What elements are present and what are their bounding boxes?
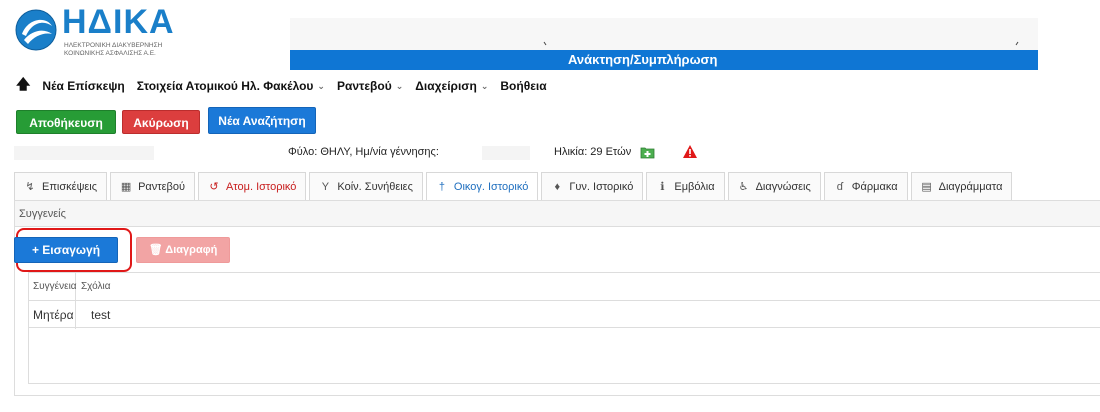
tab-label: Οικογ. Ιστορικό xyxy=(453,180,529,193)
female-icon: ♦ xyxy=(554,180,561,193)
logo-swirl-icon xyxy=(15,9,57,51)
tab-social-habits[interactable]: Y Κοίν. Συνήθειες xyxy=(309,172,423,200)
insert-button[interactable]: + Εισαγωγή xyxy=(14,237,118,263)
patient-gender-dob: Φύλο: ΘΗΛΥ, Ημ/νία γέννησης: xyxy=(288,146,439,158)
banner-decoration xyxy=(543,41,1019,46)
tab-label: Γυν. Ιστορικό xyxy=(569,180,634,193)
tab-label: Κοίν. Συνήθειες xyxy=(337,180,413,193)
banner-title: Ανάκτηση/Συμπλήρωση xyxy=(568,52,718,67)
table-header: Συγγένεια Σχόλια xyxy=(29,273,1100,301)
tab-medications[interactable]: ɗ Φάρμακα xyxy=(823,172,908,200)
patient-name-field xyxy=(14,146,154,160)
tab-family-history[interactable]: † Οικογ. Ιστορικό xyxy=(425,172,539,201)
header-band xyxy=(290,18,1038,50)
patient-dob-field xyxy=(482,146,530,160)
tab-diagnoses[interactable]: ♿ Διαγνώσεις xyxy=(727,172,821,200)
page-banner: Ανάκτηση/Συμπλήρωση xyxy=(290,50,1038,70)
calendar-icon: ▦ xyxy=(120,181,132,193)
cell-comments: test xyxy=(91,308,111,322)
tab-label: Ραντεβού xyxy=(138,180,185,193)
patient-age: Ηλικία: 29 Ετών xyxy=(554,146,632,158)
person-icon: † xyxy=(438,180,445,193)
record-tabs: ↯ Επισκέψεις ▦ Ραντεβού ↺ Ατομ. Ιστορικό… xyxy=(14,172,1013,201)
tab-label: Επισκέψεις xyxy=(42,180,98,193)
table-row[interactable]: Μητέρα test xyxy=(29,302,1100,328)
save-button[interactable]: Αποθήκευση xyxy=(16,110,116,134)
new-search-button[interactable]: Νέα Αναζήτηση xyxy=(208,107,316,134)
tab-gyn-history[interactable]: ♦ Γυν. Ιστορικό xyxy=(541,172,644,200)
logo-subtitle-line1: ΗΛΕΚΤΡΟΝΙΚΗ ΔΙΑΚΥΒΕΡΝΗΣΗ xyxy=(64,42,163,49)
chevron-down-icon: ⌄ xyxy=(395,80,404,91)
menu-item-ehr-details[interactable]: Στοιχεία Ατομικού Ηλ. Φακέλου ⌄ xyxy=(137,79,325,93)
logo-name: ΗΔΙΚΑ xyxy=(62,3,175,41)
chart-icon: ▤ xyxy=(921,181,932,193)
info-icon: ℹ xyxy=(660,181,665,193)
tab-label: Εμβόλια xyxy=(674,180,715,193)
menu-item-help[interactable]: Βοήθεια xyxy=(500,79,546,93)
main-menu: 🡅 Νέα Επίσκεψη Στοιχεία Ατομικού Ηλ. Φακ… xyxy=(16,76,547,96)
tab-label: Διαγράμματα xyxy=(938,180,1003,193)
pill-icon: ɗ xyxy=(836,180,843,193)
add-folder-icon[interactable] xyxy=(640,146,655,159)
logo-subtitle: ΗΛΕΚΤΡΟΝΙΚΗ ΔΙΑΚΥΒΕΡΝΗΣΗ ΚΟΙΝΩΝΙΚΗΣ ΑΣΦΑ… xyxy=(64,42,204,58)
cancel-button[interactable]: Ακύρωση xyxy=(122,110,200,134)
menu-item-management[interactable]: Διαχείριση ⌄ xyxy=(415,79,488,93)
logo-subtitle-line2: ΚΟΙΝΩΝΙΚΗΣ ΑΣΦΑΛΙΣΗΣ Α.Ε. xyxy=(64,50,156,57)
delete-button[interactable]: 🗑 Διαγραφή xyxy=(136,237,230,263)
tab-visits[interactable]: ↯ Επισκέψεις xyxy=(14,172,108,200)
tab-label: Ατομ. Ιστορικό xyxy=(225,180,297,193)
wheelchair-icon: ♿ xyxy=(738,181,749,193)
tab-personal-history[interactable]: ↺ Ατομ. Ιστορικό xyxy=(197,172,307,200)
tab-appointments[interactable]: ▦ Ραντεβού xyxy=(110,172,195,200)
menu-item-label: Νέα Επίσκεψη xyxy=(42,79,125,93)
menu-item-label: Ραντεβού xyxy=(336,79,392,93)
column-header-comments[interactable]: Σχόλια xyxy=(81,281,111,292)
panel-title: Συγγενείς xyxy=(15,201,1100,227)
history-icon: ↯ xyxy=(25,181,35,193)
menu-item-new-visit[interactable]: Νέα Επίσκεψη xyxy=(42,79,124,93)
tab-vaccines[interactable]: ℹ Εμβόλια xyxy=(646,172,725,200)
menu-item-label: Βοήθεια xyxy=(500,79,547,93)
warning-icon[interactable] xyxy=(682,144,698,159)
up-arrow-icon[interactable]: 🡅 xyxy=(16,74,30,98)
menu-item-label: Στοιχεία Ατομικού Ηλ. Φακέλου xyxy=(136,79,314,93)
ehdika-logo: ΗΔΙΚΑ ΗΛΕΚΤΡΟΝΙΚΗ ΔΙΑΚΥΒΕΡΝΗΣΗ ΚΟΙΝΩΝΙΚΗ… xyxy=(14,3,184,57)
menu-item-appointments[interactable]: Ραντεβού ⌄ xyxy=(337,79,403,93)
column-header-relation[interactable]: Συγγένεια xyxy=(33,281,77,292)
tab-label: Φάρμακα xyxy=(851,180,898,193)
cell-relation: Μητέρα xyxy=(33,308,74,322)
menu-item-label: Διαχείριση xyxy=(415,79,477,93)
relatives-table: Συγγένεια Σχόλια Μητέρα test xyxy=(28,272,1100,384)
chevron-down-icon: ⌄ xyxy=(480,80,489,91)
filter-icon: Y xyxy=(321,180,330,193)
chevron-down-icon: ⌄ xyxy=(317,80,325,91)
rotate-icon: ↺ xyxy=(209,181,219,193)
tab-charts[interactable]: ▤ Διαγράμματα xyxy=(910,172,1013,200)
tab-label: Διαγνώσεις xyxy=(755,180,811,193)
